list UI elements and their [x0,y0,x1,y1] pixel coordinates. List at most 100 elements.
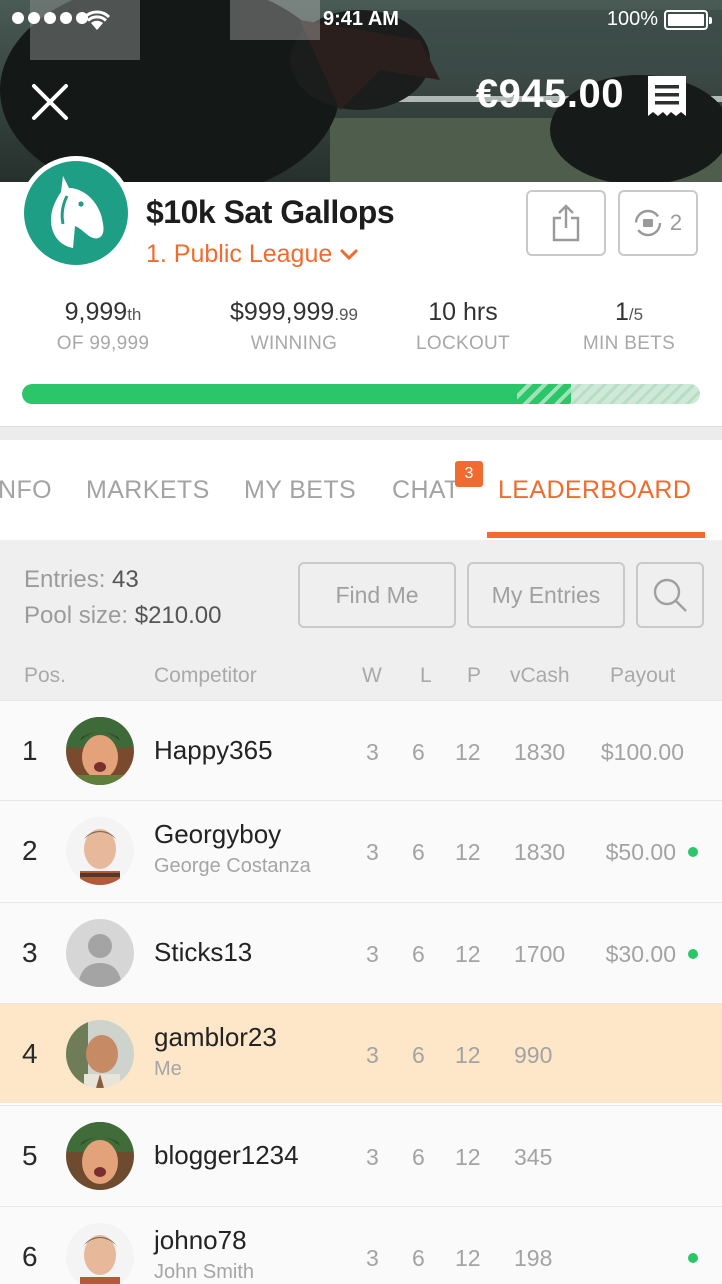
leaderboard-row[interactable]: 3 Sticks13 3 6 12 1700 $30.00 [0,902,722,1002]
chat-unread-badge: 3 [455,461,483,487]
stat-min-bets-label: MIN BETS [582,333,676,354]
row-wins: 3 [366,941,379,967]
sync-entries-button[interactable]: 2 [618,190,698,256]
stat-winning-value: $999,999 [230,298,335,326]
stat-min-bets-value: 1 [614,298,629,326]
share-button[interactable] [526,190,606,256]
my-entries-button[interactable]: My Entries [467,562,625,628]
search-icon [653,578,687,612]
row-wins: 3 [366,839,379,865]
stat-rank: 9,999th OF 99,999 [40,298,166,355]
wallet-balance[interactable]: €945.00 [476,72,624,117]
row-payout: $100.00 [600,739,684,765]
column-competitor: Competitor [154,664,257,687]
row-payout: $30.00 [605,941,676,967]
competitor-subname: George Costanza [154,855,311,877]
competitor-name: gamblor23 [154,1022,277,1052]
row-losses: 6 [412,1042,425,1068]
column-payout: Payout [610,664,676,687]
progress-fill [22,384,517,404]
leaderboard-row[interactable]: 5 blogger1234 3 6 12 345 [0,1105,722,1205]
row-position: 2 [22,835,38,866]
tab-markets[interactable]: MARKETS [86,476,210,505]
row-position: 4 [22,1038,38,1069]
row-position: 6 [22,1241,38,1272]
active-tab-indicator [487,532,705,538]
row-losses: 6 [412,839,425,865]
row-wins: 3 [366,1144,379,1170]
row-vcash: 198 [514,1245,553,1271]
stat-winning: $999,999.99 WINNING [212,298,376,355]
league-selector[interactable]: 1. Public League [146,240,358,269]
stat-rank-suffix: th [127,305,142,324]
competitor-name: blogger1234 [154,1140,299,1170]
share-icon [552,204,580,242]
competitor-avatar [66,717,134,785]
battery-icon [664,10,712,30]
search-button[interactable] [636,562,704,628]
row-losses: 6 [412,941,425,967]
row-position: 1 [22,735,38,766]
leaderboard-row[interactable]: 6 johno78 John Smith 3 6 12 198 [0,1206,722,1284]
row-position: 5 [22,1140,38,1171]
pool-size-line: Pool size: $210.00 [24,602,222,630]
stat-winning-suffix: .99 [334,305,358,324]
entries-value: 43 [112,566,139,593]
competitor-name: Sticks13 [154,937,253,967]
tab-chat[interactable]: CHAT [392,476,460,505]
stat-min-bets-suffix: /5 [628,305,644,324]
stat-rank-value: 9,999 [64,298,128,326]
competitor-avatar [66,919,134,987]
row-payout: $50.00 [605,839,676,865]
row-places: 12 [455,1042,481,1068]
stat-lockout-label: LOCKOUT [416,333,510,354]
leaderboard-row[interactable]: 4 gamblor23 Me 3 6 12 990 [0,1003,722,1103]
status-bar: 9:41 AM 100% [0,0,722,40]
row-vcash: 345 [514,1144,553,1170]
find-me-button[interactable]: Find Me [298,562,456,628]
competitor-name: Georgyboy [154,819,282,849]
leaderboard-row[interactable]: 2 Georgyboy George Costanza 3 6 12 1830 $50.00 [0,800,722,900]
competitor-avatar [66,1020,134,1088]
row-places: 12 [455,739,481,765]
online-status-dot [688,949,698,959]
hero-banner: 9:41 AM 100% €945.00 [0,0,722,182]
pool-size-value: $210.00 [134,602,222,629]
row-places: 12 [455,1245,481,1271]
row-places: 12 [455,839,481,865]
column-p: P [467,664,482,687]
close-icon[interactable] [30,82,70,122]
receipt-icon[interactable] [646,74,688,120]
stat-lockout: 10 hrs LOCKOUT [402,298,524,355]
row-wins: 3 [366,1245,379,1271]
leaderboard-row[interactable]: 1 Happy365 3 6 12 1830 $100.00 [0,700,722,800]
tab-leaderboard[interactable]: LEADERBOARD [498,476,691,505]
section-divider [0,426,722,440]
competitor-avatar [66,1223,134,1284]
row-losses: 6 [412,739,425,765]
chevron-down-icon [340,249,358,260]
row-losses: 6 [412,1144,425,1170]
row-places: 12 [455,941,481,967]
tab-info[interactable]: NFO [0,476,52,505]
row-wins: 3 [366,739,379,765]
battery-percent: 100% [606,8,658,30]
entries-line: Entries: 43 [24,566,139,594]
league-title: $10k Sat Gallops [146,194,395,230]
competitor-avatar [66,1122,134,1190]
stat-min-bets: 1/5 MIN BETS [570,298,688,355]
league-avatar [19,156,133,270]
progress-pending [516,384,572,404]
row-position: 3 [22,937,38,968]
online-status-dot [688,1253,698,1263]
league-selector-label: 1. Public League [146,240,333,268]
stat-winning-label: WINNING [250,333,338,354]
competitor-name: Happy365 [154,735,273,765]
pool-size-label: Pool size: [24,602,129,629]
competitor-subname: Me [154,1058,182,1080]
row-places: 12 [455,1144,481,1170]
column-w: W [362,664,382,687]
online-status-dot [688,847,698,857]
tab-my-bets[interactable]: MY BETS [244,476,356,505]
stat-lockout-value: 10 hrs [428,298,498,326]
